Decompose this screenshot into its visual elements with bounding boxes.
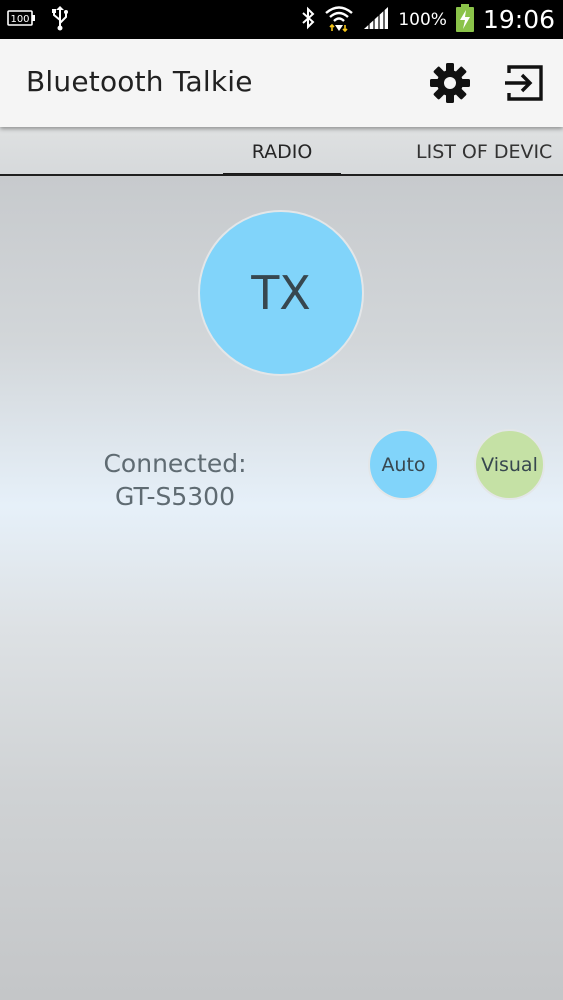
wifi-icon (324, 4, 354, 36)
clock: 19:06 (482, 5, 555, 34)
app-bar: Bluetooth Talkie (0, 39, 563, 127)
settings-button[interactable] (428, 61, 472, 105)
battery-100-notification-icon: 100 (6, 7, 36, 33)
radio-panel: TX Connected: GT-S5300 Auto Visual (0, 177, 563, 1000)
svg-text:100: 100 (10, 14, 29, 25)
bluetooth-icon (300, 6, 316, 34)
gear-icon (430, 63, 470, 103)
exit-button[interactable] (503, 61, 547, 105)
status-bar-left: 100 (6, 0, 70, 39)
tab-list-of-devices[interactable]: LIST OF DEVIC (416, 127, 563, 174)
exit-icon (505, 65, 543, 101)
tab-list-of-devices-label: LIST OF DEVIC (416, 140, 553, 163)
status-bar: 100 100% 19:06 (0, 0, 563, 39)
tab-bar: RADIO LIST OF DEVIC (0, 127, 563, 176)
connection-status: Connected: GT-S5300 (60, 447, 290, 513)
signal-icon (362, 5, 390, 35)
app-title: Bluetooth Talkie (26, 65, 253, 98)
tab-radio-label: RADIO (251, 140, 313, 163)
status-bar-right: 100% 19:06 (300, 0, 555, 39)
usb-icon (50, 5, 70, 35)
battery-percent: 100% (398, 9, 447, 30)
tab-radio[interactable]: RADIO (223, 127, 341, 174)
connection-status-label: Connected: (103, 449, 247, 478)
visual-button[interactable]: Visual (474, 429, 545, 500)
connected-device-name: GT-S5300 (115, 482, 235, 511)
tab-selected-indicator (223, 173, 341, 174)
battery-charging-icon (455, 3, 475, 37)
tx-button[interactable]: TX (198, 210, 364, 376)
auto-button[interactable]: Auto (368, 429, 439, 500)
